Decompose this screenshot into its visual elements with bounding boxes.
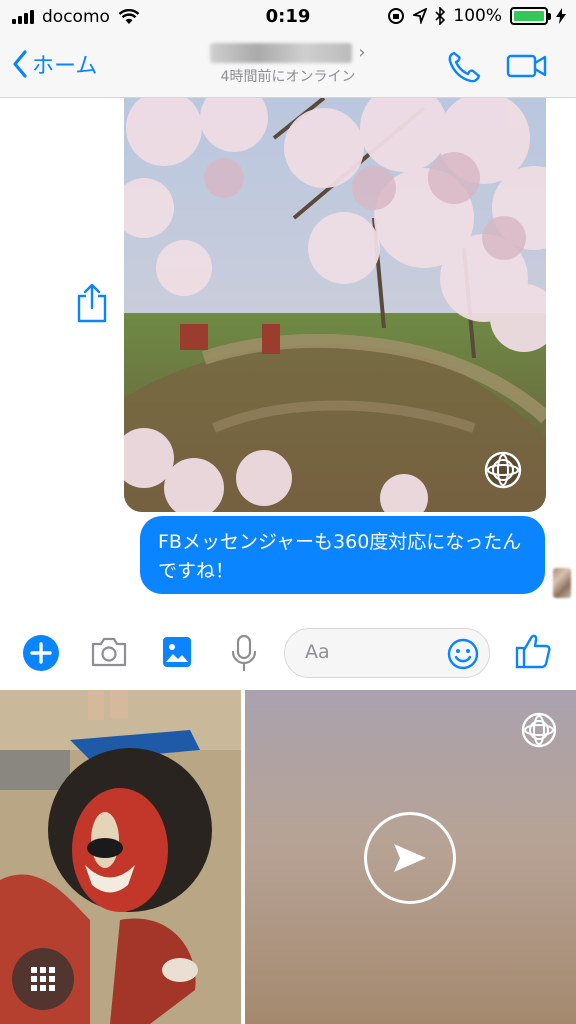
thumbs-up-icon[interactable] <box>514 632 552 670</box>
gallery-icon[interactable] <box>162 636 192 668</box>
gallery-thumbnail-panorama-selected[interactable] <box>245 690 576 1024</box>
message-input[interactable] <box>305 641 445 663</box>
navigation-bar: ホーム › 4時間前にオンライン <box>0 36 576 98</box>
charging-icon <box>556 8 566 24</box>
microphone-icon[interactable] <box>230 634 258 672</box>
bluetooth-icon <box>435 7 446 25</box>
status-right: 100% <box>387 6 566 26</box>
phone-icon[interactable] <box>446 50 482 84</box>
emoji-icon[interactable] <box>447 638 479 670</box>
grid-icon <box>31 967 55 991</box>
read-receipt-avatar <box>553 568 571 598</box>
panorama-photo-message[interactable] <box>124 98 546 512</box>
cherry-blossom-photo <box>124 98 546 512</box>
status-bar: docomo 0:19 100% <box>0 0 576 36</box>
send-button[interactable] <box>364 812 456 904</box>
panorama-360-icon <box>521 712 557 748</box>
chevron-right-icon: › <box>358 42 366 63</box>
location-icon <box>413 8 428 24</box>
plus-icon[interactable] <box>22 634 60 672</box>
gallery-thumbnail-lion[interactable] <box>0 690 241 1024</box>
message-input-field[interactable] <box>284 628 490 678</box>
back-label: ホーム <box>32 54 98 79</box>
battery-icon <box>510 7 551 25</box>
photo-gallery <box>0 690 576 1024</box>
message-composer <box>0 620 576 688</box>
panorama-360-icon <box>484 451 522 489</box>
chevron-left-icon <box>13 50 27 78</box>
share-icon[interactable] <box>76 282 108 324</box>
conversation-header[interactable]: › 4時間前にオンライン <box>170 42 406 86</box>
sent-message-bubble[interactable]: FBメッセンジャーも360度対応になったんですね！ <box>140 516 545 594</box>
send-icon <box>394 844 426 872</box>
video-call-icon[interactable] <box>506 52 548 80</box>
camera-icon[interactable] <box>90 636 128 668</box>
presence-status: 4時間前にオンライン <box>220 69 356 85</box>
battery-percent: 100% <box>453 6 502 26</box>
contact-name-blurred <box>210 42 353 63</box>
back-button[interactable]: ホーム <box>12 48 97 80</box>
grid-button[interactable] <box>12 948 74 1010</box>
screen-rotation-lock-icon <box>388 8 405 24</box>
